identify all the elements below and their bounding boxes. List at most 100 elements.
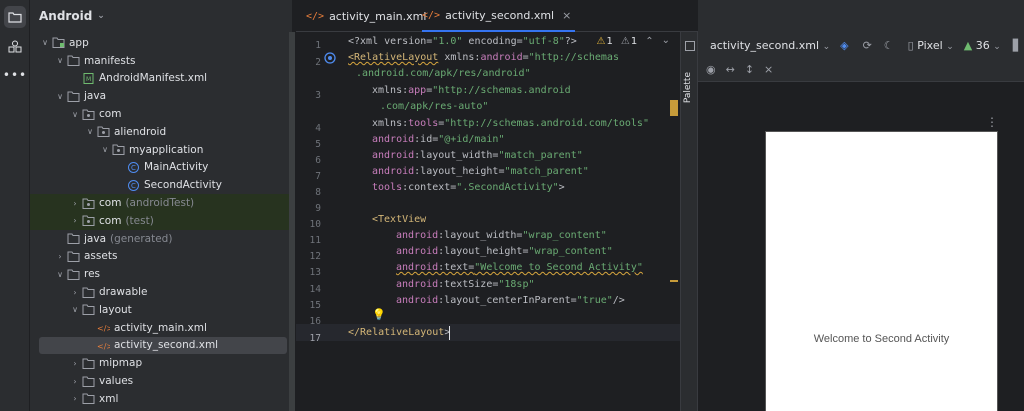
tree-item[interactable]: </> activity_second.xml	[39, 336, 287, 355]
code-token: :context=	[402, 182, 457, 193]
tree-item[interactable]: M AndroidManifest.xml	[30, 70, 292, 88]
tree-item[interactable]: C MainActivity	[30, 159, 292, 177]
tree-item[interactable]: › com (test)	[30, 212, 292, 230]
chevron-right-icon[interactable]: ›	[69, 216, 81, 225]
tree-item[interactable]: ∨ com	[30, 105, 292, 123]
chevron-right-icon[interactable]: ›	[69, 199, 81, 208]
chevron-down-icon[interactable]: ∨	[99, 145, 111, 154]
inspection-widget[interactable]: ⚠ 1 ⚠ 1 ⌃ ⌄	[597, 32, 670, 47]
code-line[interactable]: <TextView	[372, 212, 426, 228]
eye-icon[interactable]: ◉	[706, 63, 716, 76]
code-token: :layout_height=	[414, 166, 505, 177]
tree-item[interactable]: › assets	[30, 248, 292, 266]
resource-manager-icon[interactable]	[4, 36, 26, 58]
class-gutter-icon[interactable]	[324, 49, 336, 68]
code-line[interactable]: android:textSize="18sp"	[396, 277, 535, 293]
api-selector[interactable]: ▲ 36 ⌄	[964, 39, 1001, 52]
code-line[interactable]: .android.com/apk/res/android"	[356, 66, 531, 82]
code-token: :textSize=	[438, 279, 499, 290]
code-line[interactable]: android:layout_width="match_parent"	[372, 148, 583, 164]
folder-icon	[81, 286, 99, 298]
line-number: 1	[315, 40, 321, 51]
tree-item[interactable]: ∨ aliendroid	[30, 123, 292, 141]
chevron-right-icon[interactable]: ›	[69, 394, 81, 403]
more-options-icon[interactable]: ⋮	[986, 115, 998, 129]
tree-item-label: manifests	[84, 54, 136, 67]
tree-item[interactable]: ∨ myapplication	[30, 141, 292, 159]
tree-item-label: values	[99, 375, 134, 388]
code-line[interactable]: tools:context=".SecondActivity">	[372, 180, 565, 196]
chevron-up-icon[interactable]: ⌃	[645, 36, 653, 47]
tab-activity-main[interactable]: </> activity_main.xml	[306, 0, 426, 32]
horizontal-margin-icon[interactable]: ↔	[726, 63, 735, 76]
preview-textview[interactable]: Welcome to Second Activity	[766, 333, 997, 345]
code-token: android	[372, 134, 415, 145]
design-canvas[interactable]: ⋮ Welcome to Second Activity	[698, 82, 1024, 411]
code-line[interactable]: android:id="@+id/main"	[372, 132, 504, 148]
chevron-right-icon[interactable]: ›	[69, 377, 81, 386]
chevron-down-icon[interactable]: ∨	[84, 127, 96, 136]
chevron-down-icon[interactable]: ∨	[54, 270, 66, 279]
code-token: "1.0"	[432, 36, 463, 47]
error-stripe-marker[interactable]	[670, 280, 678, 282]
code-line[interactable]: <RelativeLayout xmlns:android="http://sc…	[348, 50, 619, 66]
layout-file-selector[interactable]: activity_second.xml ⌄	[710, 39, 830, 52]
project-view-icon[interactable]	[4, 6, 26, 28]
code-line[interactable]: android:text="Welcome to Second Activity…	[396, 260, 643, 276]
tree-item[interactable]: java (generated)	[30, 230, 292, 248]
chevron-down-icon[interactable]: ⌄	[662, 35, 670, 46]
chevron-down-icon[interactable]: ∨	[54, 56, 66, 65]
tree-item[interactable]: ∨ res	[30, 265, 292, 283]
tree-item-label: com	[99, 197, 122, 210]
more-tools-icon[interactable]: •••	[3, 64, 26, 86]
tree-item[interactable]: ∨ app	[30, 34, 292, 52]
tree-item[interactable]: ∨ java	[30, 87, 292, 105]
project-panel-scrollbar[interactable]	[289, 32, 295, 411]
chevron-down-icon[interactable]: ∨	[54, 92, 66, 101]
layers-icon[interactable]: ◈	[840, 39, 848, 52]
code-line[interactable]: </RelativeLayout>	[348, 325, 450, 341]
code-line[interactable]: xmlns:tools="http://schemas.android.com/…	[372, 116, 649, 132]
chevron-down-icon[interactable]: ∨	[39, 38, 51, 47]
code-line[interactable]: android:layout_height="match_parent"	[372, 164, 589, 180]
tree-item[interactable]: › drawable	[30, 283, 292, 301]
lightbulb-icon[interactable]: 💡	[372, 308, 386, 321]
code-line[interactable]: <?xml version="1.0" encoding="utf-8"?>	[348, 34, 577, 50]
code-line[interactable]: android:layout_height="wrap_content"	[396, 244, 613, 260]
tree-item[interactable]: ∨ manifests	[30, 52, 292, 70]
vertical-margin-icon[interactable]: ↕	[745, 63, 754, 76]
chevron-right-icon[interactable]: ›	[69, 359, 81, 368]
code-token: <?xml version=	[348, 36, 433, 47]
tree-item-label: com	[99, 108, 122, 121]
error-stripe-marker[interactable]	[670, 100, 678, 116]
clear-constraints-icon[interactable]: ⨯	[764, 63, 773, 76]
chevron-right-icon[interactable]: ›	[54, 252, 66, 261]
tree-item[interactable]: </> activity_main.xml	[30, 319, 292, 337]
device-selector[interactable]: ▯ Pixel ⌄	[908, 39, 954, 52]
tree-item[interactable]: › com (androidTest)	[30, 194, 292, 212]
code-line[interactable]: android:layout_centerInParent="true"/>	[396, 293, 625, 309]
code-line[interactable]: .com/apk/res-auto"	[380, 99, 488, 115]
code-line[interactable]: xmlns:app="http://schemas.android	[372, 83, 571, 99]
chevron-down-icon[interactable]: ∨	[69, 110, 81, 119]
project-view-selector[interactable]: Android ⌄	[30, 0, 292, 32]
tree-item[interactable]: C SecondActivity	[30, 176, 292, 194]
tree-item[interactable]: › mipmap	[30, 354, 292, 372]
palette-label[interactable]: Palette	[683, 72, 693, 103]
tree-item-label: AndroidManifest.xml	[99, 72, 208, 85]
palette-icon[interactable]	[685, 41, 695, 51]
code-line[interactable]: android:layout_width="wrap_content"	[396, 228, 607, 244]
tree-item[interactable]: › xml	[30, 390, 292, 408]
tree-item[interactable]: ∨ layout	[30, 301, 292, 319]
code-token: "match_parent"	[504, 166, 589, 177]
orientation-icon[interactable]: ⟳	[863, 39, 872, 52]
close-tab-icon[interactable]: ×	[562, 9, 571, 22]
night-mode-icon[interactable]: ☾	[884, 39, 894, 52]
chevron-down-icon[interactable]: ∨	[69, 305, 81, 314]
chevron-right-icon[interactable]: ›	[69, 288, 81, 297]
more-icon[interactable]: ▋	[1013, 39, 1021, 52]
tab-activity-second[interactable]: </> activity_second.xml ×	[422, 0, 576, 32]
tree-item[interactable]: › values	[30, 372, 292, 390]
weak-warning-count: 1	[630, 36, 638, 47]
device-preview[interactable]: Welcome to Second Activity	[765, 131, 998, 411]
